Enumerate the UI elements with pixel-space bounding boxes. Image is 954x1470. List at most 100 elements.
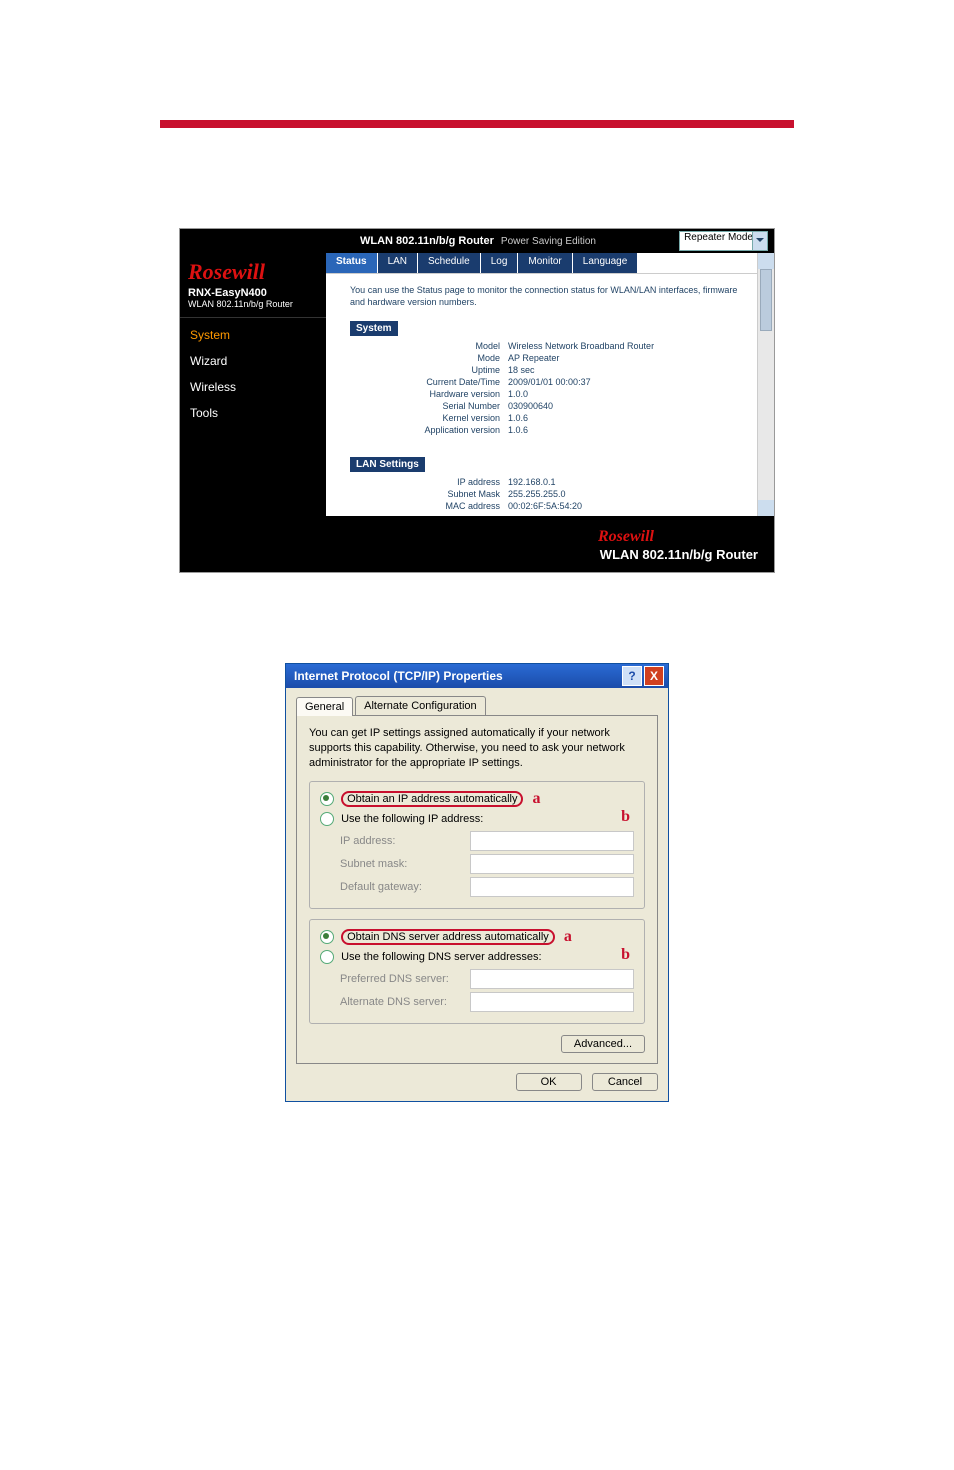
nav-wizard[interactable]: Wizard: [180, 348, 326, 374]
field-mask: Subnet mask:: [340, 854, 634, 874]
chevron-down-icon: [752, 232, 767, 250]
dialog-tabs: General Alternate Configuration: [296, 696, 658, 716]
kv-val: 192.168.0.1: [508, 477, 750, 487]
nav-tools[interactable]: Tools: [180, 400, 326, 426]
router-title-text: WLAN 802.11n/b/g Router: [360, 235, 494, 247]
default-gateway-input[interactable]: [470, 877, 634, 897]
scrollbar[interactable]: [757, 253, 774, 516]
alternate-dns-input[interactable]: [470, 992, 634, 1012]
kv-key: Mode: [350, 353, 508, 363]
scroll-down-icon[interactable]: [758, 500, 774, 516]
kv-appver: Application version1.0.6: [326, 424, 774, 436]
nav-system[interactable]: System: [180, 322, 326, 348]
kv-hwver: Hardware version1.0.0: [326, 388, 774, 400]
radio-icon[interactable]: [320, 792, 334, 806]
default-gateway-label: Default gateway:: [340, 881, 470, 893]
kv-ip: IP address192.168.0.1: [326, 476, 774, 488]
subnet-mask-input[interactable]: [470, 854, 634, 874]
radio-dns-manual-row: Use the following DNS server addresses: …: [320, 948, 634, 966]
ip-address-input[interactable]: [470, 831, 634, 851]
close-button[interactable]: X: [644, 666, 664, 686]
brand-logo: Rosewill: [180, 253, 326, 287]
tab-log[interactable]: Log: [481, 253, 518, 273]
kv-val: 1.0.0: [508, 389, 750, 399]
kv-key: Application version: [350, 425, 508, 435]
radio-ip-manual-row: Use the following IP address: b: [320, 810, 634, 828]
cancel-button[interactable]: Cancel: [592, 1073, 658, 1091]
router-admin-screenshot: WLAN 802.11n/b/g Router Power Saving Edi…: [179, 228, 775, 573]
radio-icon[interactable]: [320, 930, 334, 944]
scroll-up-icon[interactable]: [758, 253, 774, 269]
kv-serial: Serial Number030900640: [326, 400, 774, 412]
dialog-button-row: OK Cancel: [296, 1072, 658, 1091]
tab-language[interactable]: Language: [573, 253, 638, 273]
kv-val: 030900640: [508, 401, 750, 411]
radio-icon[interactable]: [320, 950, 334, 964]
kv-model: ModelWireless Network Broadband Router: [326, 340, 774, 352]
field-dns1: Preferred DNS server:: [340, 969, 634, 989]
kv-key: MAC address: [350, 501, 508, 511]
kv-key: Kernel version: [350, 413, 508, 423]
kv-uptime: Uptime18 sec: [326, 364, 774, 376]
document-page: WLAN 802.11n/b/g Router Power Saving Edi…: [0, 120, 954, 1470]
ip-group: Obtain an IP address automatically a Use…: [309, 781, 645, 909]
kv-key: Model: [350, 341, 508, 351]
kv-val: 1.0.6: [508, 413, 750, 423]
callout-a2: Obtain DNS server address automatically: [341, 929, 555, 945]
mode-select[interactable]: Repeater Mode: [679, 231, 768, 251]
help-button[interactable]: ?: [622, 666, 642, 686]
advanced-button[interactable]: Advanced...: [561, 1035, 645, 1053]
dialog-blurb: You can get IP settings assigned automat…: [309, 726, 645, 771]
tab-monitor[interactable]: Monitor: [518, 253, 571, 273]
radio-ip-auto-label: Obtain an IP address automatically: [347, 793, 517, 805]
kv-val: 00:02:6F:5A:54:20: [508, 501, 750, 511]
mode-select-value: Repeater Mode: [684, 232, 753, 243]
kv-val: AP Repeater: [508, 353, 750, 363]
preferred-dns-input[interactable]: [470, 969, 634, 989]
router-tabs: Status LAN Schedule Log Monitor Language: [326, 253, 774, 274]
preferred-dns-label: Preferred DNS server:: [340, 973, 470, 985]
nav-wireless[interactable]: Wireless: [180, 374, 326, 400]
kv-val: 2009/01/01 00:00:37: [508, 377, 750, 387]
field-gw: Default gateway:: [340, 877, 634, 897]
router-subtitle: Power Saving Edition: [501, 236, 596, 247]
scroll-thumb[interactable]: [760, 269, 772, 331]
kv-key: Serial Number: [350, 401, 508, 411]
dialog-titlebar: Internet Protocol (TCP/IP) Properties ? …: [286, 664, 668, 688]
callout-a: Obtain an IP address automatically: [341, 791, 523, 807]
tab-status[interactable]: Status: [326, 253, 377, 273]
radio-icon[interactable]: [320, 812, 334, 826]
kv-val: Wireless Network Broadband Router: [508, 341, 750, 351]
red-divider: [160, 120, 794, 128]
router-footer: Rosewill WLAN 802.11n/b/g Router: [180, 516, 774, 572]
section-lan-header: LAN Settings: [350, 457, 425, 472]
page-description: You can use the Status page to monitor t…: [326, 274, 774, 318]
tab-general[interactable]: General: [296, 697, 353, 716]
dialog-client: General Alternate Configuration You can …: [286, 688, 668, 1101]
kv-key: Current Date/Time: [350, 377, 508, 387]
router-main: Status LAN Schedule Log Monitor Language…: [326, 253, 774, 516]
tab-lan[interactable]: LAN: [378, 253, 417, 273]
brand-model-desc: WLAN 802.11n/b/g Router: [188, 299, 318, 309]
kv-kernel: Kernel version1.0.6: [326, 412, 774, 424]
tab-pane: You can get IP settings assigned automat…: [296, 716, 658, 1064]
letter-a2: a: [564, 928, 572, 945]
router-header: WLAN 802.11n/b/g Router Power Saving Edi…: [180, 229, 774, 253]
ok-button[interactable]: OK: [516, 1073, 582, 1091]
field-dns2: Alternate DNS server:: [340, 992, 634, 1012]
ip-address-label: IP address:: [340, 835, 470, 847]
tab-alternate[interactable]: Alternate Configuration: [355, 696, 486, 715]
radio-dns-manual-label: Use the following DNS server addresses:: [341, 951, 542, 963]
radio-dns-auto-label: Obtain DNS server address automatically: [347, 931, 549, 943]
tab-schedule[interactable]: Schedule: [418, 253, 480, 273]
dialog-title: Internet Protocol (TCP/IP) Properties: [294, 669, 620, 683]
dns-group: Obtain DNS server address automatically …: [309, 919, 645, 1024]
radio-ip-manual-label: Use the following IP address:: [341, 813, 483, 825]
kv-subnet: Subnet Mask255.255.255.0: [326, 488, 774, 500]
kv-datetime: Current Date/Time2009/01/01 00:00:37: [326, 376, 774, 388]
sidebar-divider: [180, 317, 326, 318]
brand-sub: RNX-EasyN400 WLAN 802.11n/b/g Router: [180, 287, 326, 313]
kv-val: 1.0.6: [508, 425, 750, 435]
letter-b2: b: [621, 946, 630, 964]
kv-key: Subnet Mask: [350, 489, 508, 499]
